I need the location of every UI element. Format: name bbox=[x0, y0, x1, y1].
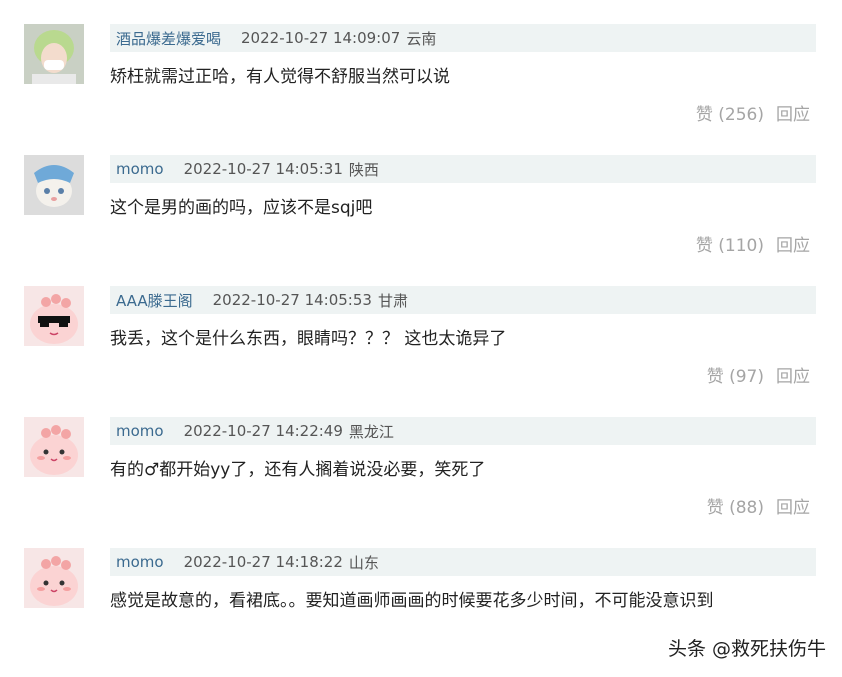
username-link[interactable]: momo bbox=[116, 160, 164, 178]
comment-meta: 酒品爆差爆爱喝 2022-10-27 14:09:07 云南 bbox=[110, 24, 816, 52]
comment-time: 2022-10-27 14:22:49 bbox=[183, 422, 343, 440]
comment-text: 矫枉就需过正哈，有人觉得不舒服当然可以说 bbox=[110, 67, 450, 87]
reply-button[interactable]: 回应 bbox=[776, 105, 810, 125]
cat-avatar-icon[interactable] bbox=[24, 155, 84, 215]
comment-time: 2022-10-27 14:09:07 bbox=[241, 29, 401, 47]
comment-item: momo 2022-10-27 14:05:31 陕西 这个是男的画的吗，应该不… bbox=[0, 131, 842, 261]
comment-time: 2022-10-27 14:18:22 bbox=[183, 553, 343, 571]
username-link[interactable]: momo bbox=[116, 422, 164, 440]
comment-actions: 赞 (256) 回应 bbox=[696, 100, 810, 125]
username-link[interactable]: 酒品爆差爆爱喝 bbox=[116, 28, 221, 49]
reply-button[interactable]: 回应 bbox=[776, 498, 810, 518]
comment-item: 酒品爆差爆爱喝 2022-10-27 14:09:07 云南 矫枉就需过正哈，有… bbox=[0, 0, 842, 130]
comment-text: 我丢，这个是什么东西，眼睛吗？？？ 这也太诡异了 bbox=[110, 329, 507, 349]
comment-time: 2022-10-27 14:05:53 bbox=[212, 291, 372, 309]
username-link[interactable]: momo bbox=[116, 553, 164, 571]
comment-meta: AAA滕王阁 2022-10-27 14:05:53 甘肃 bbox=[110, 286, 816, 314]
comment-meta: momo 2022-10-27 14:18:22 山东 bbox=[110, 548, 816, 576]
pink-blob-avatar-icon[interactable] bbox=[24, 548, 84, 608]
reply-button[interactable]: 回应 bbox=[776, 367, 810, 387]
comment-item: AAA滕王阁 2022-10-27 14:05:53 甘肃 我丢，这个是什么东西… bbox=[0, 262, 842, 392]
comment-text: 感觉是故意的，看裙底。。要知道画师画画的时候要花多少时间，不可能没意识到 bbox=[110, 591, 714, 611]
comment-time: 2022-10-27 14:05:31 bbox=[183, 160, 343, 178]
comment-actions: 赞 (88) 回应 bbox=[707, 493, 810, 518]
comment-text: 有的♂都开始yy了，还有人搁着说没必要，笑死了 bbox=[110, 460, 486, 480]
comment-meta: momo 2022-10-27 14:05:31 陕西 bbox=[110, 155, 816, 183]
like-button[interactable]: 赞 (256) bbox=[696, 105, 764, 125]
comment-location: 山东 bbox=[348, 553, 379, 572]
comment-actions: 赞 (110) 回应 bbox=[696, 231, 810, 256]
girl-avatar-icon[interactable] bbox=[24, 24, 84, 84]
comment-meta: momo 2022-10-27 14:22:49 黑龙江 bbox=[110, 417, 816, 445]
comment-text: 这个是男的画的吗，应该不是sqj吧 bbox=[110, 198, 373, 218]
like-button[interactable]: 赞 (110) bbox=[696, 236, 764, 256]
like-button[interactable]: 赞 (97) bbox=[707, 367, 764, 387]
comment-location: 黑龙江 bbox=[348, 422, 394, 441]
username-link[interactable]: AAA滕王阁 bbox=[116, 290, 193, 311]
like-button[interactable]: 赞 (88) bbox=[707, 498, 764, 518]
comment-location: 甘肃 bbox=[377, 291, 408, 310]
comment-location: 陕西 bbox=[348, 160, 379, 179]
comment-location: 云南 bbox=[406, 29, 437, 48]
reply-button[interactable]: 回应 bbox=[776, 236, 810, 256]
comment-actions: 赞 (97) 回应 bbox=[707, 362, 810, 387]
pink-blob-avatar-icon[interactable] bbox=[24, 417, 84, 477]
comment-item: momo 2022-10-27 14:22:49 黑龙江 有的♂都开始yy了，还… bbox=[0, 393, 842, 523]
watermark: 头条 @救死扶伤牛 bbox=[667, 638, 826, 660]
pink-blob-sunglasses-avatar-icon[interactable] bbox=[24, 286, 84, 346]
